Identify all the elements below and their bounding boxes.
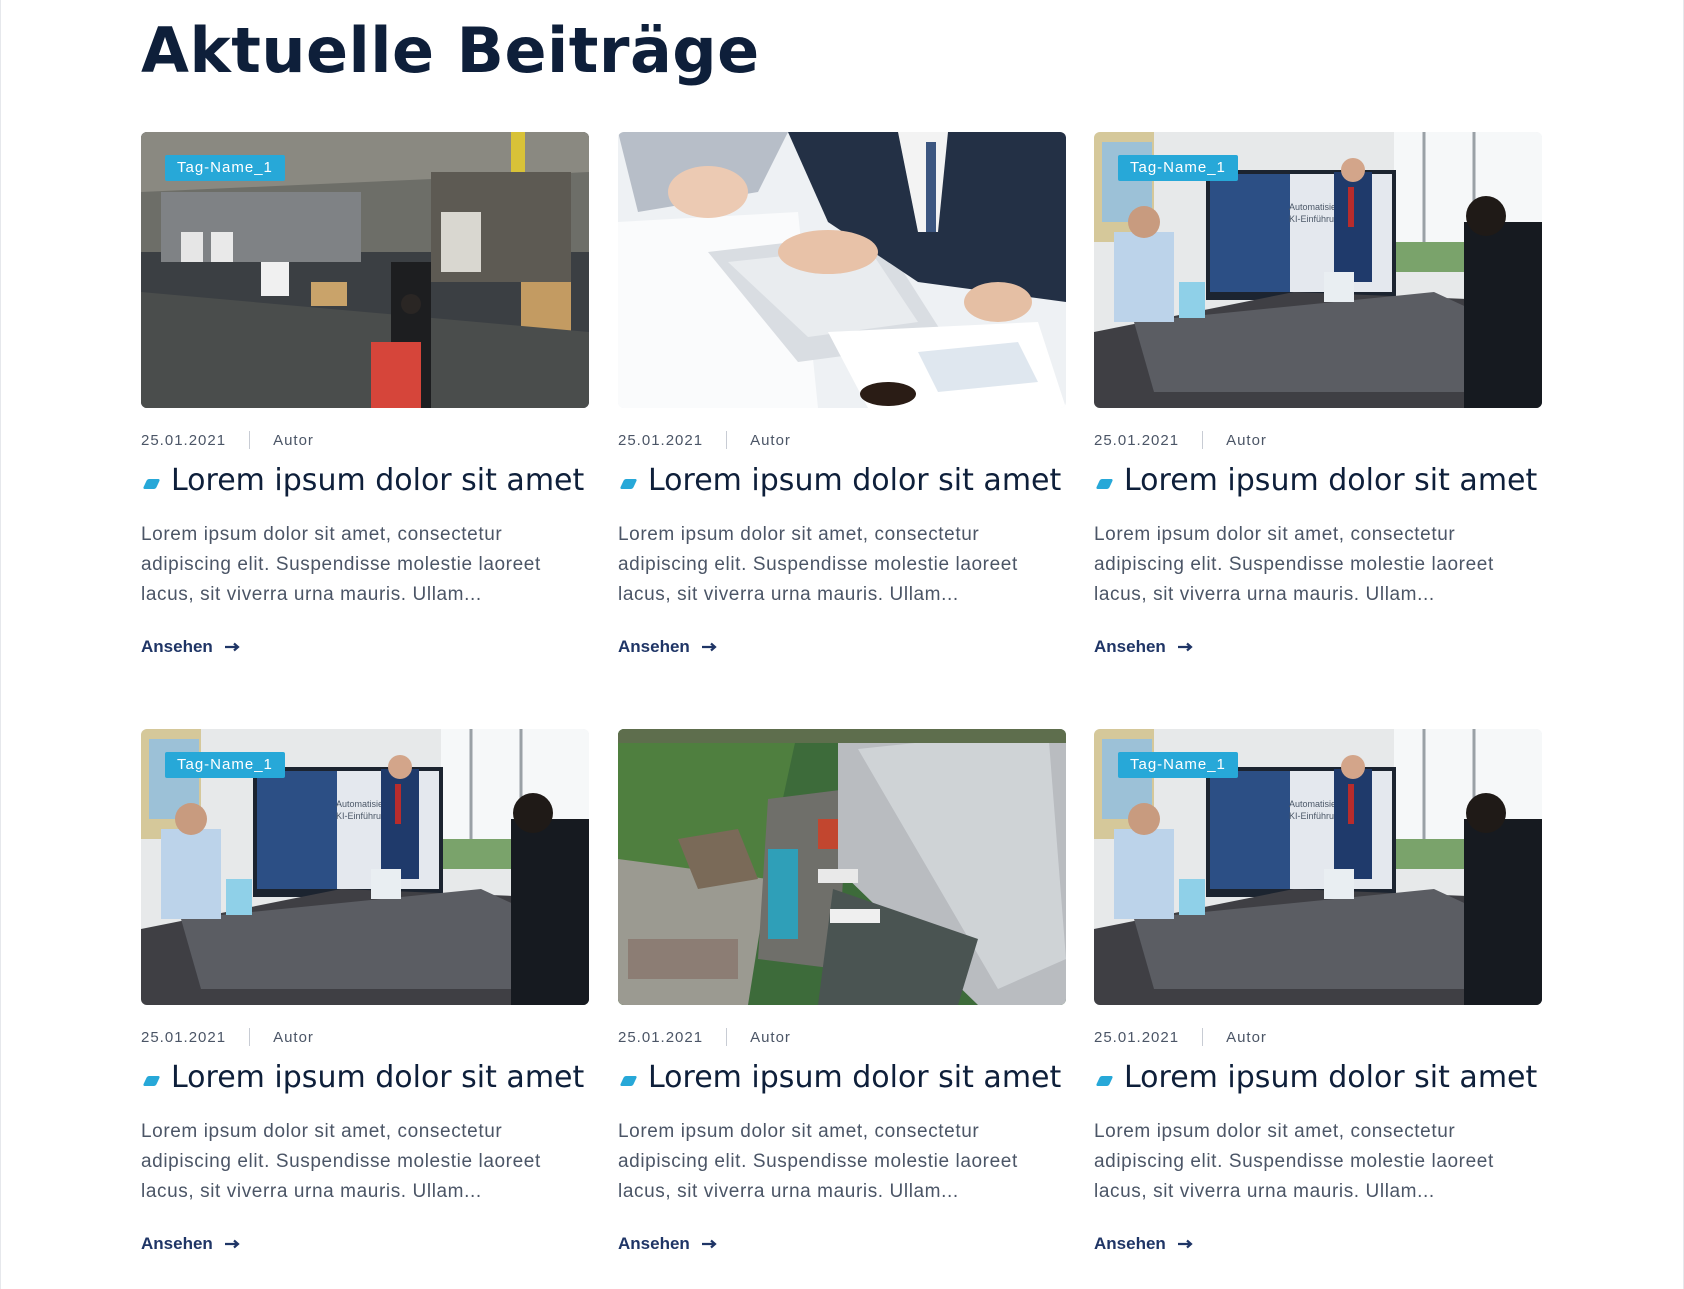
post-excerpt: Lorem ipsum dolor sit amet, consectetur … <box>141 1121 541 1202</box>
post-image[interactable] <box>618 132 1066 408</box>
post-date: 25.01.2021 <box>141 431 227 449</box>
post-title[interactable]: Lorem ipsum dolor sit amet <box>141 1057 601 1099</box>
accent-bullet-icon <box>1095 1076 1114 1086</box>
accent-bullet-icon <box>619 1076 638 1086</box>
post-image[interactable]: Automatisierung & KI-Einführung Tag-Name… <box>1094 729 1542 1005</box>
post-meta: 25.01.2021 Autor <box>1094 1027 1267 1047</box>
meta-divider <box>1202 1028 1204 1046</box>
post-title-text: Lorem ipsum dolor sit amet <box>1124 1060 1538 1095</box>
read-more-label: Ansehen <box>618 1234 690 1253</box>
post-title[interactable]: Lorem ipsum dolor sit amet <box>141 460 601 502</box>
accent-bullet-icon <box>142 479 161 489</box>
post-card: Automatisierung & KI-Einführung Tag-Name… <box>141 729 589 1253</box>
read-more-label: Ansehen <box>141 637 213 656</box>
post-date: 25.01.2021 <box>618 431 704 449</box>
section-heading: Aktuelle Beiträge <box>141 14 760 87</box>
read-more-link[interactable]: Ansehen <box>618 1234 718 1254</box>
read-more-link[interactable]: Ansehen <box>1094 637 1194 657</box>
read-more-link[interactable]: Ansehen <box>141 637 241 657</box>
post-image[interactable]: Automatisierung & KI-Einführung Tag-Name… <box>1094 132 1542 408</box>
post-author: Autor <box>273 1028 314 1046</box>
post-excerpt: Lorem ipsum dolor sit amet, consectetur … <box>618 1121 1018 1202</box>
post-title-text: Lorem ipsum dolor sit amet <box>648 463 1062 498</box>
post-card: 25.01.2021 Autor Lorem ipsum dolor sit a… <box>618 729 1066 1253</box>
read-more-link[interactable]: Ansehen <box>141 1234 241 1254</box>
post-author: Autor <box>750 431 791 449</box>
post-title-text: Lorem ipsum dolor sit amet <box>1124 463 1538 498</box>
accent-bullet-icon <box>619 479 638 489</box>
post-excerpt: Lorem ipsum dolor sit amet, consectetur … <box>1094 1121 1494 1202</box>
post-meta: 25.01.2021 Autor <box>141 430 314 450</box>
post-excerpt: Lorem ipsum dolor sit amet, consectetur … <box>1094 524 1494 605</box>
arrow-right-icon <box>1177 1239 1193 1249</box>
accent-bullet-icon <box>142 1076 161 1086</box>
post-author: Autor <box>1226 431 1267 449</box>
meta-divider <box>1202 431 1204 449</box>
meta-divider <box>249 431 251 449</box>
post-title[interactable]: Lorem ipsum dolor sit amet <box>1094 460 1554 502</box>
read-more-label: Ansehen <box>618 637 690 656</box>
read-more-link[interactable]: Ansehen <box>618 637 718 657</box>
post-card: Automatisierung & KI-Einführung Tag-Name… <box>1094 729 1542 1253</box>
read-more-label: Ansehen <box>141 1234 213 1253</box>
post-meta: 25.01.2021 Autor <box>1094 430 1267 450</box>
read-more-label: Ansehen <box>1094 1234 1166 1253</box>
read-more-link[interactable]: Ansehen <box>1094 1234 1194 1254</box>
post-excerpt: Lorem ipsum dolor sit amet, consectetur … <box>618 524 1018 605</box>
post-date: 25.01.2021 <box>618 1028 704 1046</box>
post-date: 25.01.2021 <box>141 1028 227 1046</box>
post-meta: 25.01.2021 Autor <box>618 1027 791 1047</box>
page-left-border <box>0 0 1 1289</box>
post-card: 25.01.2021 Autor Lorem ipsum dolor sit a… <box>618 132 1066 656</box>
post-title-text: Lorem ipsum dolor sit amet <box>171 1060 585 1095</box>
post-title-text: Lorem ipsum dolor sit amet <box>648 1060 1062 1095</box>
arrow-right-icon <box>224 642 240 652</box>
tag-badge[interactable]: Tag-Name_1 <box>1118 155 1238 181</box>
arrow-right-icon <box>701 1239 717 1249</box>
meta-divider <box>249 1028 251 1046</box>
arrow-right-icon <box>1177 642 1193 652</box>
post-date: 25.01.2021 <box>1094 431 1180 449</box>
read-more-label: Ansehen <box>1094 637 1166 656</box>
post-date: 25.01.2021 <box>1094 1028 1180 1046</box>
post-image[interactable]: Automatisierung & KI-Einführung Tag-Name… <box>141 729 589 1005</box>
post-author: Autor <box>273 431 314 449</box>
post-meta: 25.01.2021 Autor <box>141 1027 314 1047</box>
post-excerpt: Lorem ipsum dolor sit amet, consectetur … <box>141 524 541 605</box>
post-image[interactable]: Tag-Name_1 <box>141 132 589 408</box>
post-title[interactable]: Lorem ipsum dolor sit amet <box>618 1057 1078 1099</box>
arrow-right-icon <box>224 1239 240 1249</box>
post-author: Autor <box>750 1028 791 1046</box>
post-card: Tag-Name_1 25.01.2021 Autor Lorem ipsum … <box>141 132 589 656</box>
post-author: Autor <box>1226 1028 1267 1046</box>
post-title[interactable]: Lorem ipsum dolor sit amet <box>1094 1057 1554 1099</box>
post-title[interactable]: Lorem ipsum dolor sit amet <box>618 460 1078 502</box>
arrow-right-icon <box>701 642 717 652</box>
meta-divider <box>726 431 728 449</box>
post-image[interactable] <box>618 729 1066 1005</box>
post-title-text: Lorem ipsum dolor sit amet <box>171 463 585 498</box>
post-meta: 25.01.2021 Autor <box>618 430 791 450</box>
tag-badge[interactable]: Tag-Name_1 <box>1118 752 1238 778</box>
post-card: Automatisierung & KI-Einführung Tag-Name… <box>1094 132 1542 656</box>
accent-bullet-icon <box>1095 479 1114 489</box>
tag-badge[interactable]: Tag-Name_1 <box>165 155 285 181</box>
tag-badge[interactable]: Tag-Name_1 <box>165 752 285 778</box>
meta-divider <box>726 1028 728 1046</box>
